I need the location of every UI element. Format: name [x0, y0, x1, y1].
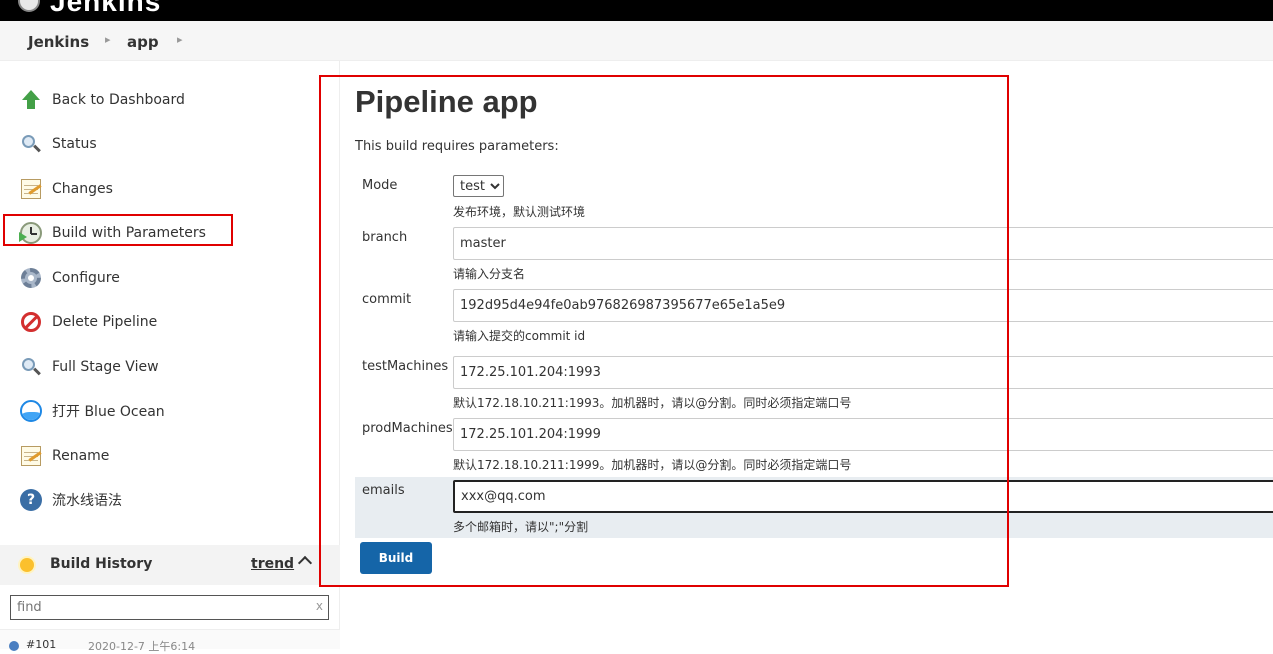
- sidebar-item-label: Rename: [52, 448, 110, 464]
- build-number[interactable]: #101: [26, 638, 56, 651]
- sidebar-item-blue-ocean[interactable]: 打开 Blue Ocean: [20, 397, 165, 425]
- sidebar-item-full-stage-view[interactable]: Full Stage View: [20, 353, 159, 381]
- up-arrow-icon: [20, 89, 42, 111]
- form-highlight-box: [319, 75, 1009, 587]
- sidebar-item-status[interactable]: Status: [20, 130, 97, 158]
- magnifier-icon: [20, 133, 42, 155]
- sidebar-item-delete-pipeline[interactable]: Delete Pipeline: [20, 308, 157, 336]
- sidebar: Back to Dashboard Status Changes Build w…: [0, 61, 340, 653]
- sidebar-item-label: Configure: [52, 270, 120, 286]
- breadcrumb: Jenkins ▸ app ▸: [0, 21, 1273, 61]
- build-status-ball-icon: [9, 641, 19, 651]
- sidebar-item-label: 打开 Blue Ocean: [52, 404, 165, 420]
- no-entry-icon: [20, 311, 42, 333]
- build-history-row[interactable]: #101 2020-12-7 上午6:14: [0, 629, 340, 653]
- sidebar-item-label: Back to Dashboard: [52, 92, 185, 108]
- sidebar-item-changes[interactable]: Changes: [20, 175, 113, 203]
- sun-icon: [20, 558, 34, 572]
- sidebar-item-label: Changes: [52, 181, 113, 197]
- sidebar-item-label: Full Stage View: [52, 359, 159, 375]
- brand-name[interactable]: Jenkins: [50, 0, 161, 18]
- breadcrumb-jenkins[interactable]: Jenkins: [28, 33, 89, 51]
- notepad-icon: [20, 178, 42, 200]
- jenkins-logo-icon[interactable]: [18, 0, 40, 12]
- sidebar-item-label: Delete Pipeline: [52, 314, 158, 330]
- selection-highlight-box: [3, 214, 233, 246]
- notepad-icon: [20, 445, 42, 467]
- build-history-header: Build History trend: [0, 545, 340, 585]
- sidebar-item-label: Status: [52, 136, 97, 152]
- sidebar-item-back-to-dashboard[interactable]: Back to Dashboard: [20, 86, 185, 114]
- sidebar-item-configure[interactable]: Configure: [20, 264, 120, 292]
- sidebar-item-pipeline-syntax[interactable]: ? 流水线语法: [20, 486, 122, 514]
- gear-icon: [20, 267, 42, 289]
- magnifier-icon: [20, 356, 42, 378]
- chevron-right-icon[interactable]: ▸: [105, 33, 111, 46]
- sidebar-item-rename[interactable]: Rename: [20, 442, 109, 470]
- chevron-right-icon[interactable]: ▸: [177, 33, 183, 46]
- sidebar-item-label: 流水线语法: [52, 493, 122, 509]
- build-date: 2020-12-7 上午6:14: [88, 640, 196, 653]
- build-search-box: x: [10, 595, 329, 620]
- trend-link[interactable]: trend: [251, 556, 294, 572]
- chevron-up-icon[interactable]: [297, 555, 313, 571]
- build-history-title: Build History: [50, 556, 153, 572]
- top-header: Jenkins: [0, 0, 1273, 21]
- clear-icon[interactable]: x: [316, 599, 323, 613]
- help-icon: ?: [20, 489, 42, 511]
- blue-ocean-icon: [20, 400, 42, 422]
- build-search-input[interactable]: [11, 596, 311, 619]
- breadcrumb-app[interactable]: app: [127, 33, 159, 51]
